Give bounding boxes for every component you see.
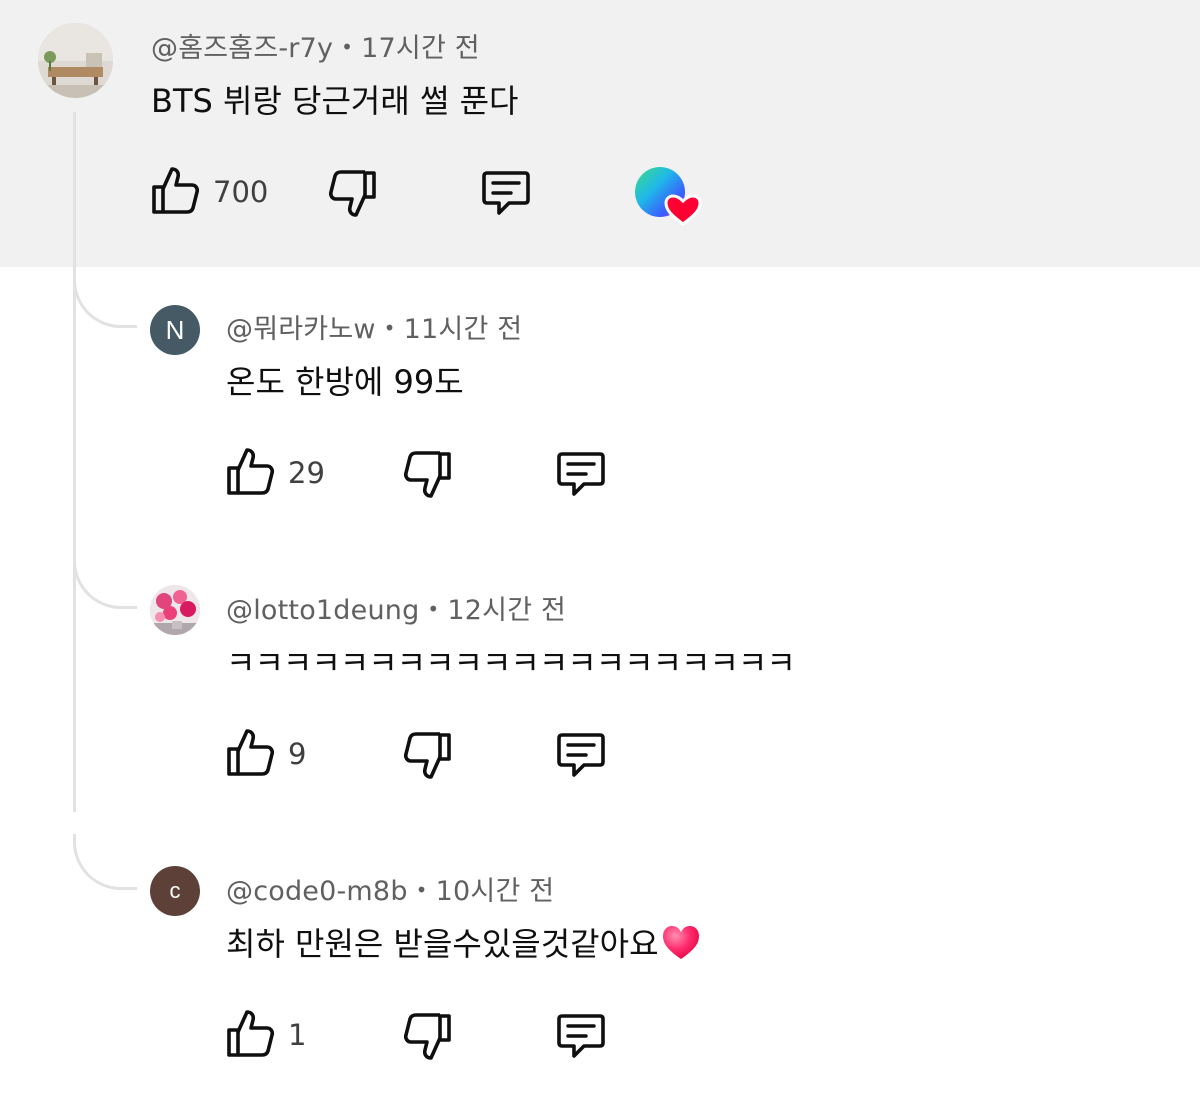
- avatar[interactable]: [38, 23, 113, 98]
- avatar[interactable]: c: [150, 866, 200, 916]
- separator-dot: •: [383, 316, 396, 340]
- comment-text: ㅋㅋㅋㅋㅋㅋㅋㅋㅋㅋㅋㅋㅋㅋㅋㅋㅋㅋㅋㅋ: [226, 644, 796, 682]
- like-count: 29: [288, 456, 325, 490]
- thumbs-down-icon[interactable]: [326, 167, 380, 221]
- timestamp[interactable]: 10시간 전: [436, 876, 555, 907]
- separator-dot: •: [427, 597, 440, 621]
- like-count: 700: [213, 175, 269, 209]
- comment-meta: @뭐라카노w • 11시간 전: [226, 307, 522, 346]
- author-handle[interactable]: @홈즈홈즈-r7y: [151, 33, 333, 64]
- thread-line: [73, 112, 76, 812]
- thread-connector: [73, 553, 137, 609]
- avatar-letter: c: [169, 878, 181, 903]
- thread-connector: [73, 272, 137, 328]
- thumbs-up-icon[interactable]: [223, 725, 277, 779]
- comment-actions: 700: [148, 163, 708, 226]
- reply-icon[interactable]: [554, 446, 608, 500]
- comment-text: 온도 한방에 99도: [226, 363, 464, 401]
- avatar[interactable]: N: [150, 305, 200, 355]
- reply-icon[interactable]: [479, 165, 533, 219]
- comment-meta: @lotto1deung • 12시간 전: [226, 588, 566, 627]
- comment-actions: 1: [223, 1006, 623, 1066]
- like-count: 9: [288, 737, 307, 771]
- comment-text: 최하 만원은 받을수있을것같아요: [226, 919, 701, 965]
- comment-text: BTS 뷔랑 당근거래 썰 푼다: [151, 82, 519, 120]
- reply-icon[interactable]: [554, 1008, 608, 1062]
- creator-heart-icon: [635, 167, 702, 226]
- comment-meta: @홈즈홈즈-r7y • 17시간 전: [151, 26, 480, 65]
- thumbs-up-icon[interactable]: [148, 163, 202, 217]
- reply-icon[interactable]: [554, 727, 608, 781]
- author-handle[interactable]: @lotto1deung: [226, 595, 419, 626]
- author-handle[interactable]: @code0-m8b: [226, 876, 408, 907]
- thumbs-up-icon[interactable]: [223, 1006, 277, 1060]
- comment-text-body: 최하 만원은 받을수있을것같아요: [226, 925, 659, 963]
- photo-avatar-flowers-icon: [150, 585, 200, 635]
- timestamp[interactable]: 11시간 전: [404, 314, 523, 345]
- avatar[interactable]: [150, 585, 200, 635]
- comment-thread: @홈즈홈즈-r7y • 17시간 전 BTS 뷔랑 당근거래 썰 푼다 700: [0, 0, 1200, 1114]
- thumbs-down-icon[interactable]: [401, 1010, 455, 1064]
- comment-actions: 9: [223, 725, 623, 785]
- thumbs-down-icon[interactable]: [401, 729, 455, 783]
- timestamp[interactable]: 12시간 전: [447, 595, 566, 626]
- separator-dot: •: [415, 878, 428, 902]
- thread-connector: [73, 834, 137, 890]
- like-count: 1: [288, 1018, 307, 1052]
- timestamp[interactable]: 17시간 전: [361, 33, 480, 64]
- author-handle[interactable]: @뭐라카노w: [226, 314, 376, 345]
- thumbs-up-icon[interactable]: [223, 444, 277, 498]
- heart-emoji-icon: [662, 926, 699, 959]
- thumbs-down-icon[interactable]: [401, 448, 455, 502]
- comment-actions: 29: [223, 444, 623, 504]
- comment-meta: @code0-m8b • 10시간 전: [226, 869, 554, 908]
- avatar-letter: N: [165, 314, 185, 345]
- photo-avatar-icon: [38, 23, 113, 98]
- separator-dot: •: [341, 35, 354, 59]
